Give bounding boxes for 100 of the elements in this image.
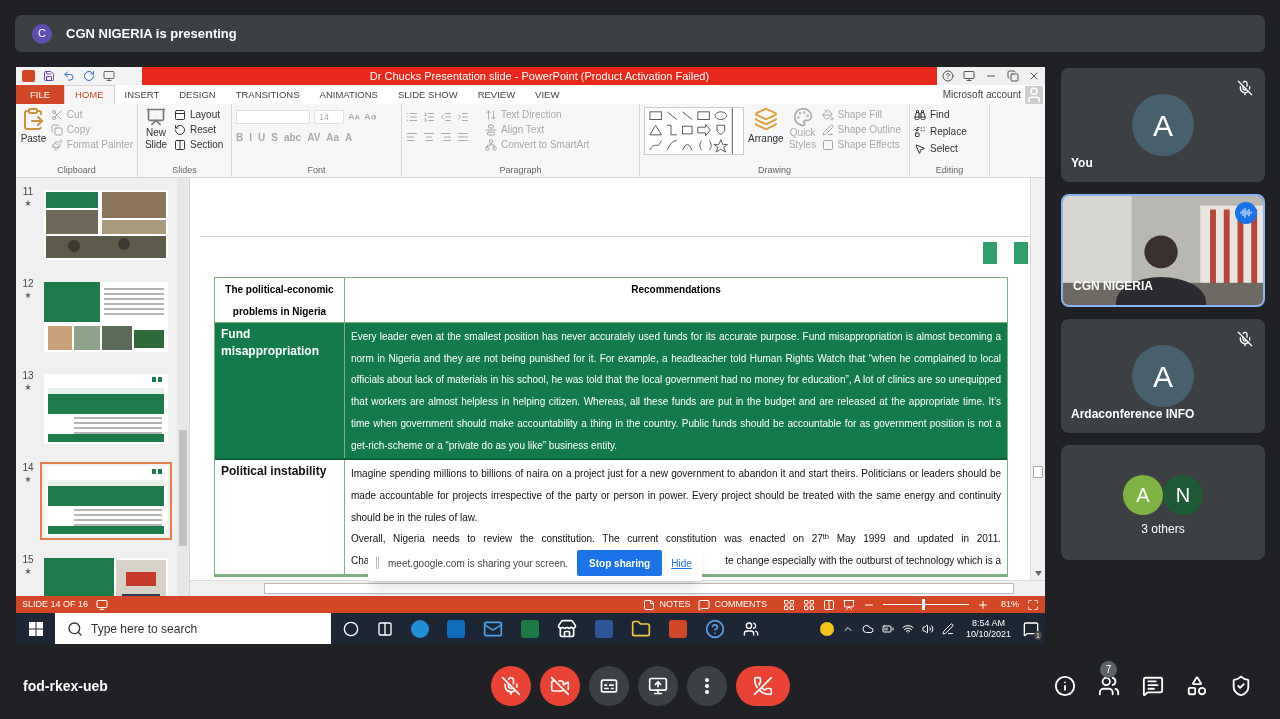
folder-icon[interactable] — [631, 618, 651, 639]
activities-icon[interactable] — [1186, 675, 1208, 697]
display-options-icon[interactable] — [963, 70, 976, 82]
scrollbar-thumb[interactable] — [179, 430, 187, 546]
zoom-slider-thumb[interactable] — [921, 599, 925, 610]
section-button[interactable]: Section — [174, 137, 224, 152]
ribbon-tab[interactable]: INSERT — [114, 85, 170, 104]
pen-icon — [941, 622, 954, 635]
select-icon — [914, 142, 926, 155]
app-icon — [22, 70, 35, 82]
avatar: A — [1132, 94, 1194, 156]
ribbon-tab[interactable]: SLIDE SHOW — [387, 85, 468, 104]
find-button[interactable]: Find — [914, 107, 967, 122]
normal-view-icon[interactable] — [783, 598, 795, 611]
align-text-icon — [485, 123, 497, 136]
slideshow-icon[interactable] — [843, 598, 855, 611]
sorter-view-icon[interactable] — [803, 598, 815, 611]
scrollbar[interactable] — [1030, 178, 1045, 580]
restore-icon[interactable] — [1006, 70, 1019, 82]
people-icon[interactable] — [743, 620, 759, 637]
table-cell-text: Imagine spending millions to billions of naira on a project just for a new government to abandon it and start theirs. Politicians or leaders should be made accountable for projects irrespective of the party or person in power. Every project should be treated with the same energy and continuity should be in the rules of law. — [351, 467, 1001, 525]
hang-up-icon — [752, 676, 773, 696]
host-controls-icon[interactable] — [1230, 675, 1252, 697]
scrollbar-thumb[interactable] — [1033, 466, 1043, 478]
ribbon-tab[interactable]: DESIGN — [169, 85, 226, 104]
taskbar-search-field[interactable]: Type here to search — [55, 613, 331, 644]
slide-icon — [146, 107, 166, 127]
quick-styles-button[interactable]: Quick Styles — [787, 107, 818, 164]
redo-icon[interactable] — [83, 70, 95, 82]
info-icon[interactable] — [1054, 675, 1076, 697]
help-icon[interactable] — [705, 618, 725, 639]
task-view-icon[interactable] — [377, 620, 393, 637]
ribbon-tab[interactable]: VIEW — [525, 85, 570, 104]
slide-thumbnail[interactable] — [44, 374, 168, 444]
animation-icon — [25, 200, 31, 206]
participant-name: You — [1071, 155, 1093, 172]
more-icon — [704, 678, 709, 694]
leave-call-button[interactable] — [735, 666, 790, 706]
stop-sharing-button[interactable]: Stop sharing — [577, 550, 663, 576]
present-icon — [647, 676, 668, 696]
cortana-icon[interactable] — [343, 620, 359, 637]
comments-button[interactable]: COMMENTS — [698, 597, 767, 612]
ribbon-tab[interactable]: HOME — [64, 85, 115, 104]
people-icon[interactable] — [1098, 675, 1120, 697]
ribbon-tab[interactable]: ANIMATIONS — [309, 85, 388, 104]
zoom-level: 81% — [1001, 597, 1019, 611]
ribbon-tab[interactable]: TRANSITIONS — [225, 85, 310, 104]
microphone-button[interactable] — [490, 666, 531, 706]
notifications-icon[interactable] — [1023, 620, 1039, 637]
reset-icon — [174, 123, 186, 136]
scrollbar[interactable] — [177, 178, 189, 596]
ribbon-tab[interactable]: FILE — [16, 85, 65, 104]
font-size-field[interactable]: 14 — [314, 110, 344, 124]
camera-button[interactable] — [539, 666, 580, 706]
font-name-field[interactable] — [236, 110, 310, 124]
hide-link[interactable]: Hide — [671, 555, 692, 571]
help-icon[interactable] — [941, 70, 954, 82]
animation-icon — [25, 476, 31, 482]
reading-view-icon[interactable] — [823, 598, 835, 611]
new-slide-button[interactable]: New Slide — [142, 107, 170, 164]
avatar: A — [1132, 345, 1194, 407]
captions-button[interactable] — [588, 666, 629, 706]
browser-icon[interactable] — [411, 619, 429, 638]
fit-icon[interactable] — [1027, 598, 1039, 611]
undo-icon[interactable] — [63, 70, 75, 82]
store-icon[interactable] — [557, 618, 577, 639]
table-cell-text: te change especially with the outburst of technology which is a — [725, 554, 1001, 569]
scroll-down-icon[interactable] — [1034, 571, 1042, 576]
camera-off-icon — [549, 676, 570, 696]
ribbon-tab[interactable]: REVIEW — [467, 85, 526, 104]
format-painter-icon — [50, 138, 63, 151]
notes-button[interactable]: NOTES — [643, 597, 691, 612]
layout-button[interactable]: Layout — [174, 107, 224, 122]
windows-icon[interactable] — [29, 621, 43, 636]
save-icon[interactable] — [43, 70, 55, 82]
more-options-button[interactable] — [686, 666, 727, 706]
font-size-icon — [348, 111, 360, 123]
status-icon[interactable] — [819, 621, 834, 636]
shape-gallery[interactable] — [644, 107, 744, 155]
chat-icon[interactable] — [1142, 675, 1164, 697]
slideshow-icon[interactable] — [103, 70, 115, 82]
zoom-in-icon[interactable] — [977, 598, 989, 611]
slide-number: 11 — [22, 186, 34, 198]
paste-button[interactable]: Paste — [20, 107, 47, 164]
reset-button[interactable]: Reset — [174, 122, 224, 137]
present-button[interactable] — [637, 666, 678, 706]
battery-icon — [881, 622, 894, 635]
slide-number: 14 — [22, 462, 34, 474]
slide-thumbnail[interactable] — [44, 282, 168, 352]
arrange-button[interactable]: Arrange — [748, 107, 784, 164]
scrollbar-thumb[interactable] — [264, 583, 1014, 594]
scrollbar[interactable] — [190, 580, 1045, 596]
select-button[interactable]: Select — [914, 141, 967, 156]
slide-thumbnail[interactable] — [44, 466, 168, 536]
meeting-code: fod-rkex-ueb — [22, 676, 109, 696]
clock-time: 8:54 AM — [971, 617, 1005, 629]
account-name[interactable]: Microsoft account — [942, 86, 1021, 104]
bullets-icon — [406, 111, 418, 123]
slide-thumbnail[interactable] — [44, 190, 168, 260]
replace-button[interactable]: Replace — [914, 124, 967, 139]
